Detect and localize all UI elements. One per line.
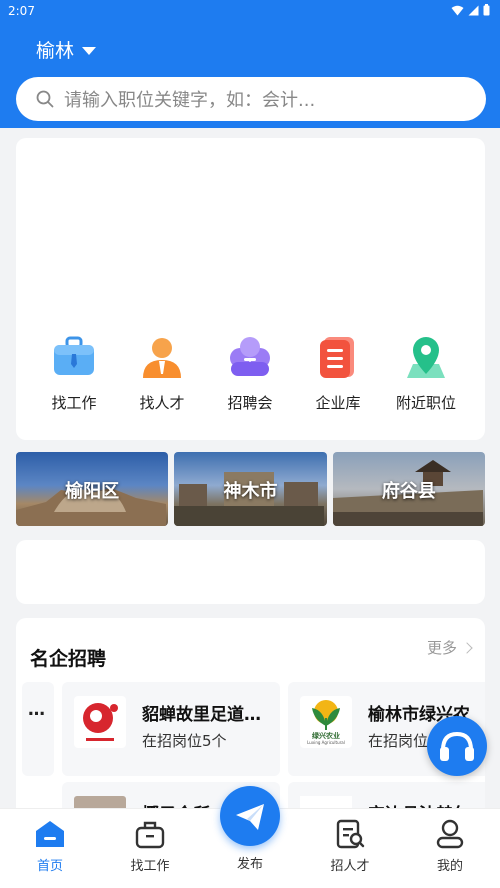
tab-label: 找工作 <box>130 859 170 874</box>
user-icon <box>436 819 464 849</box>
resume-search-icon <box>336 819 365 849</box>
banner-card: 找工作 找人才 招聘会 企业库 附近职位 <box>16 138 485 440</box>
district-fugu[interactable]: 府谷县 <box>332 452 485 526</box>
nav-nearby-jobs[interactable]: 附近职位 <box>382 334 470 413</box>
caret-down-icon <box>82 46 97 55</box>
tab-home[interactable]: 首页 <box>15 819 85 874</box>
district-label: 府谷县 <box>381 481 436 502</box>
district-label: 榆阳区 <box>65 481 120 502</box>
nav-find-talent[interactable]: 找人才 <box>118 334 206 413</box>
nav-company-library[interactable]: 企业库 <box>294 334 382 413</box>
battery-icon <box>483 4 490 16</box>
district-list: 榆阳区 神木市 府谷县 <box>16 452 485 526</box>
search-placeholder: 请输入职位关键字，如：会计... <box>64 90 316 111</box>
publish-button[interactable] <box>220 786 280 846</box>
more-link[interactable]: 更多 <box>426 637 473 658</box>
more-label: 更多 <box>426 639 457 657</box>
tab-label: 首页 <box>36 859 63 874</box>
signal-icon <box>468 5 479 15</box>
quick-nav: 找工作 找人才 招聘会 企业库 附近职位 <box>16 334 485 413</box>
company-logo-subtext: Luxing Agricultural <box>307 740 345 745</box>
district-yuyang[interactable]: 榆阳区 <box>16 452 169 526</box>
document-icon <box>320 337 354 378</box>
company-name: 貂蝉故里足道… <box>142 705 261 725</box>
header: 2:07 榆林 请输入职位关键字，如：会计... <box>0 0 500 128</box>
publish-label: 发布 <box>236 857 263 872</box>
company-card-partial[interactable]: … <box>22 682 54 776</box>
company-openings: 在招岗位5个 <box>142 732 227 750</box>
nav-label: 找人才 <box>139 394 185 412</box>
briefcase-icon <box>54 336 94 375</box>
status-bar: 2:07 <box>0 0 500 22</box>
nav-find-job[interactable]: 找工作 <box>30 334 118 413</box>
search-icon <box>36 90 54 108</box>
status-icons <box>451 4 490 16</box>
district-label: 神木市 <box>223 481 278 502</box>
company-card[interactable]: 貂蝉故里足道… 在招岗位5个 <box>62 682 280 776</box>
company-logo <box>74 696 126 748</box>
headset-icon <box>440 731 474 761</box>
customer-support-button[interactable] <box>427 716 487 776</box>
nav-label: 招聘会 <box>227 394 273 412</box>
city-label: 榆林 <box>36 40 75 62</box>
wifi-icon <box>451 5 464 15</box>
paper-plane-icon <box>236 804 264 830</box>
home-icon <box>36 821 64 847</box>
group-icon <box>230 337 270 376</box>
company-logo: 绿兴农业 Luxing Agricultural <box>300 696 352 748</box>
search-bar[interactable]: 请输入职位关键字，如：会计... <box>16 77 486 121</box>
tab-mine[interactable]: 我的 <box>415 819 485 874</box>
notice-card <box>16 540 485 604</box>
status-time: 2:07 <box>8 4 35 18</box>
tab-recruit[interactable]: 招人才 <box>315 819 385 874</box>
chevron-right-icon <box>461 641 473 654</box>
nav-label: 找工作 <box>51 394 97 412</box>
briefcase-icon <box>135 821 165 849</box>
section-title: 名企招聘 <box>30 648 107 670</box>
company-logo-image <box>83 703 118 741</box>
nav-label: 企业库 <box>315 394 361 412</box>
company-openings: 在招岗位 <box>368 732 429 750</box>
map-pin-icon <box>407 337 445 378</box>
person-icon <box>143 338 181 378</box>
tab-label: 招人才 <box>330 859 370 874</box>
company-name-partial: … <box>28 700 45 720</box>
nav-label: 附近职位 <box>395 394 456 412</box>
district-shenmu[interactable]: 神木市 <box>174 452 327 526</box>
tab-label: 我的 <box>436 859 463 874</box>
nav-job-fair[interactable]: 招聘会 <box>206 334 294 413</box>
city-selector[interactable]: 榆林 <box>36 36 97 63</box>
tab-find-job[interactable]: 找工作 <box>115 819 185 874</box>
